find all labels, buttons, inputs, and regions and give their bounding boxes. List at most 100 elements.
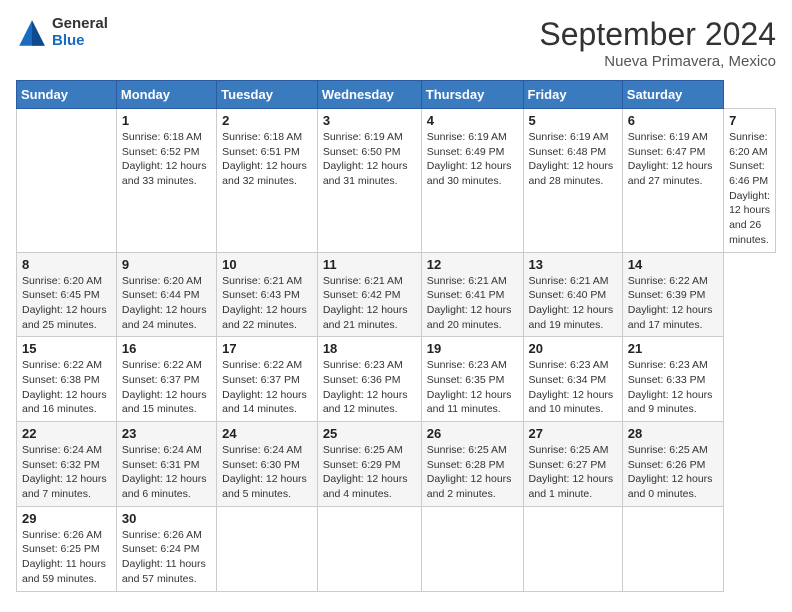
daylight: Daylight: 12 hours and 7 minutes. bbox=[22, 473, 107, 500]
day-info: Sunrise: 6:25 AM Sunset: 6:27 PM Dayligh… bbox=[529, 443, 617, 502]
sunrise: Sunrise: 6:19 AM bbox=[628, 131, 708, 143]
sunset: Sunset: 6:30 PM bbox=[222, 459, 300, 471]
day-cell: 30 Sunrise: 6:26 AM Sunset: 6:24 PM Dayl… bbox=[116, 506, 216, 591]
daylight: Daylight: 12 hours and 20 minutes. bbox=[427, 304, 512, 331]
sunrise: Sunrise: 6:23 AM bbox=[427, 359, 507, 371]
sunset: Sunset: 6:35 PM bbox=[427, 374, 505, 386]
day-info: Sunrise: 6:23 AM Sunset: 6:35 PM Dayligh… bbox=[427, 358, 518, 417]
day-number: 14 bbox=[628, 257, 718, 272]
day-cell: 21 Sunrise: 6:23 AM Sunset: 6:33 PM Dayl… bbox=[622, 337, 723, 422]
day-cell: 27 Sunrise: 6:25 AM Sunset: 6:27 PM Dayl… bbox=[523, 422, 622, 507]
sunset: Sunset: 6:36 PM bbox=[323, 374, 401, 386]
sunrise: Sunrise: 6:19 AM bbox=[323, 131, 403, 143]
sunrise: Sunrise: 6:19 AM bbox=[427, 131, 507, 143]
sunset: Sunset: 6:43 PM bbox=[222, 289, 300, 301]
sunset: Sunset: 6:31 PM bbox=[122, 459, 200, 471]
day-cell: 9 Sunrise: 6:20 AM Sunset: 6:44 PM Dayli… bbox=[116, 252, 216, 337]
location: Nueva Primavera, Mexico bbox=[539, 53, 776, 70]
sunrise: Sunrise: 6:23 AM bbox=[628, 359, 708, 371]
sunset: Sunset: 6:27 PM bbox=[529, 459, 607, 471]
week-row-4: 22 Sunrise: 6:24 AM Sunset: 6:32 PM Dayl… bbox=[17, 422, 776, 507]
day-cell: 3 Sunrise: 6:19 AM Sunset: 6:50 PM Dayli… bbox=[317, 109, 421, 253]
day-number: 29 bbox=[22, 511, 111, 526]
day-cell: 28 Sunrise: 6:25 AM Sunset: 6:26 PM Dayl… bbox=[622, 422, 723, 507]
sunrise: Sunrise: 6:22 AM bbox=[122, 359, 202, 371]
weekday-header-thursday: Thursday bbox=[421, 81, 523, 109]
sunrise: Sunrise: 6:24 AM bbox=[122, 444, 202, 456]
day-cell: 11 Sunrise: 6:21 AM Sunset: 6:42 PM Dayl… bbox=[317, 252, 421, 337]
daylight: Daylight: 12 hours and 1 minute. bbox=[529, 473, 614, 500]
day-cell bbox=[17, 109, 117, 253]
logo-text: General Blue bbox=[52, 16, 108, 49]
weekday-header-sunday: Sunday bbox=[17, 81, 117, 109]
day-number: 12 bbox=[427, 257, 518, 272]
day-number: 6 bbox=[628, 113, 718, 128]
sunrise: Sunrise: 6:26 AM bbox=[122, 529, 202, 541]
sunset: Sunset: 6:38 PM bbox=[22, 374, 100, 386]
day-number: 21 bbox=[628, 341, 718, 356]
sunrise: Sunrise: 6:24 AM bbox=[22, 444, 102, 456]
sunset: Sunset: 6:24 PM bbox=[122, 543, 200, 555]
sunset: Sunset: 6:45 PM bbox=[22, 289, 100, 301]
daylight: Daylight: 12 hours and 31 minutes. bbox=[323, 160, 408, 187]
day-info: Sunrise: 6:25 AM Sunset: 6:26 PM Dayligh… bbox=[628, 443, 718, 502]
day-cell: 16 Sunrise: 6:22 AM Sunset: 6:37 PM Dayl… bbox=[116, 337, 216, 422]
weekday-header-tuesday: Tuesday bbox=[217, 81, 318, 109]
day-cell: 18 Sunrise: 6:23 AM Sunset: 6:36 PM Dayl… bbox=[317, 337, 421, 422]
day-number: 16 bbox=[122, 341, 211, 356]
day-number: 2 bbox=[222, 113, 312, 128]
month-title: September 2024 bbox=[539, 16, 776, 53]
daylight: Daylight: 12 hours and 14 minutes. bbox=[222, 389, 307, 416]
day-info: Sunrise: 6:22 AM Sunset: 6:38 PM Dayligh… bbox=[22, 358, 111, 417]
weekday-header-saturday: Saturday bbox=[622, 81, 723, 109]
day-info: Sunrise: 6:23 AM Sunset: 6:34 PM Dayligh… bbox=[529, 358, 617, 417]
logo: General Blue bbox=[16, 16, 108, 49]
daylight: Daylight: 12 hours and 33 minutes. bbox=[122, 160, 207, 187]
day-info: Sunrise: 6:21 AM Sunset: 6:43 PM Dayligh… bbox=[222, 274, 312, 333]
day-info: Sunrise: 6:25 AM Sunset: 6:29 PM Dayligh… bbox=[323, 443, 416, 502]
day-number: 28 bbox=[628, 426, 718, 441]
sunset: Sunset: 6:37 PM bbox=[122, 374, 200, 386]
daylight: Daylight: 12 hours and 19 minutes. bbox=[529, 304, 614, 331]
day-info: Sunrise: 6:21 AM Sunset: 6:41 PM Dayligh… bbox=[427, 274, 518, 333]
day-number: 7 bbox=[729, 113, 770, 128]
day-number: 15 bbox=[22, 341, 111, 356]
daylight: Daylight: 12 hours and 6 minutes. bbox=[122, 473, 207, 500]
sunset: Sunset: 6:41 PM bbox=[427, 289, 505, 301]
sunrise: Sunrise: 6:19 AM bbox=[529, 131, 609, 143]
day-cell: 15 Sunrise: 6:22 AM Sunset: 6:38 PM Dayl… bbox=[17, 337, 117, 422]
daylight: Daylight: 12 hours and 10 minutes. bbox=[529, 389, 614, 416]
day-number: 1 bbox=[122, 113, 211, 128]
daylight: Daylight: 12 hours and 21 minutes. bbox=[323, 304, 408, 331]
day-cell: 20 Sunrise: 6:23 AM Sunset: 6:34 PM Dayl… bbox=[523, 337, 622, 422]
day-info: Sunrise: 6:21 AM Sunset: 6:42 PM Dayligh… bbox=[323, 274, 416, 333]
sunset: Sunset: 6:26 PM bbox=[628, 459, 706, 471]
day-cell: 29 Sunrise: 6:26 AM Sunset: 6:25 PM Dayl… bbox=[17, 506, 117, 591]
sunrise: Sunrise: 6:21 AM bbox=[323, 275, 403, 287]
sunset: Sunset: 6:29 PM bbox=[323, 459, 401, 471]
sunrise: Sunrise: 6:21 AM bbox=[529, 275, 609, 287]
title-block: September 2024 Nueva Primavera, Mexico bbox=[539, 16, 776, 70]
week-row-3: 15 Sunrise: 6:22 AM Sunset: 6:38 PM Dayl… bbox=[17, 337, 776, 422]
daylight: Daylight: 12 hours and 27 minutes. bbox=[628, 160, 713, 187]
daylight: Daylight: 12 hours and 30 minutes. bbox=[427, 160, 512, 187]
sunset: Sunset: 6:51 PM bbox=[222, 146, 300, 158]
sunset: Sunset: 6:34 PM bbox=[529, 374, 607, 386]
sunrise: Sunrise: 6:26 AM bbox=[22, 529, 102, 541]
day-cell: 2 Sunrise: 6:18 AM Sunset: 6:51 PM Dayli… bbox=[217, 109, 318, 253]
day-number: 18 bbox=[323, 341, 416, 356]
daylight: Daylight: 12 hours and 15 minutes. bbox=[122, 389, 207, 416]
day-cell: 12 Sunrise: 6:21 AM Sunset: 6:41 PM Dayl… bbox=[421, 252, 523, 337]
sunrise: Sunrise: 6:25 AM bbox=[323, 444, 403, 456]
day-number: 17 bbox=[222, 341, 312, 356]
calendar: SundayMondayTuesdayWednesdayThursdayFrid… bbox=[16, 80, 776, 592]
day-info: Sunrise: 6:24 AM Sunset: 6:31 PM Dayligh… bbox=[122, 443, 211, 502]
day-number: 3 bbox=[323, 113, 416, 128]
daylight: Daylight: 12 hours and 22 minutes. bbox=[222, 304, 307, 331]
day-number: 27 bbox=[529, 426, 617, 441]
day-cell bbox=[523, 506, 622, 591]
day-info: Sunrise: 6:18 AM Sunset: 6:51 PM Dayligh… bbox=[222, 130, 312, 189]
sunset: Sunset: 6:33 PM bbox=[628, 374, 706, 386]
day-cell: 13 Sunrise: 6:21 AM Sunset: 6:40 PM Dayl… bbox=[523, 252, 622, 337]
day-cell: 25 Sunrise: 6:25 AM Sunset: 6:29 PM Dayl… bbox=[317, 422, 421, 507]
